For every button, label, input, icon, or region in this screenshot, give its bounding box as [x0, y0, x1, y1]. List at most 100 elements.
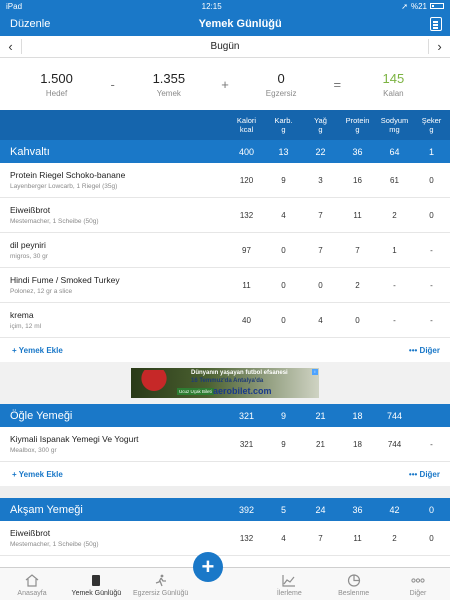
more-button[interactable]: ••• Diğer: [409, 346, 440, 355]
food-serving: migros, 30 gr: [10, 253, 48, 260]
ad-tag: Ucuz Uçak Bileti: [177, 388, 214, 395]
food-value: 1.355: [152, 70, 186, 86]
tab-food-diary[interactable]: Yemek Günlüğü: [64, 574, 128, 600]
meal-total: 5: [280, 504, 286, 515]
add-food-button[interactable]: + Yemek Ekle: [12, 346, 63, 355]
food-value: 132: [239, 533, 254, 543]
food-name: Eiweißbrot: [10, 205, 51, 215]
meal-total: 744: [386, 410, 403, 421]
food-name: Kiymali Ispanak Yemegi Ve Yogurt: [10, 434, 139, 444]
food-serving: Layenberger Lowcarb, 1 Riegel (35g): [10, 183, 118, 190]
meal-total: 321: [238, 410, 255, 421]
tab-more[interactable]: Diğer: [386, 574, 450, 600]
food-row[interactable]: Kiymali Ispanak Yemegi Ve Yogurt Mealbox,…: [0, 427, 450, 462]
meal-total: 1: [428, 146, 434, 157]
goal-cell: 1.500 Hedef: [22, 71, 92, 98]
battery-status: ➚ %21: [401, 2, 444, 11]
food-value: 0: [318, 280, 323, 290]
food-value: 0: [281, 315, 286, 325]
food-name: Eiweißbrot: [10, 528, 51, 538]
meal-name: Öğle Yemeği: [10, 409, 73, 422]
ad-player-image: [139, 370, 169, 398]
food-value: 97: [242, 245, 251, 255]
meal-total: 400: [238, 146, 255, 157]
more-icon: [411, 578, 425, 583]
meal-name: Kahvaltı: [10, 145, 50, 158]
food-value: 16: [353, 175, 362, 185]
meal-header-breakfast[interactable]: Kahvaltı 400 13 22 36 64 1: [0, 140, 450, 163]
food-value: 11: [242, 280, 251, 290]
date-label[interactable]: Bugün: [211, 41, 240, 52]
food-row[interactable]: Protein Riegel Schoko-banane Layenberger …: [0, 163, 450, 198]
food-value: 0: [429, 533, 434, 543]
meal-total: 9: [280, 410, 286, 421]
device-name: iPad: [6, 1, 23, 11]
food-value: 21: [316, 439, 325, 449]
home-icon: [25, 574, 39, 587]
diary-icon[interactable]: [430, 17, 442, 31]
ad-info-icon[interactable]: i: [312, 369, 318, 375]
meal-total: 64: [389, 146, 400, 157]
ad-brand: aerobilet.com: [213, 386, 272, 396]
pie-chart-icon: [347, 574, 360, 587]
add-food-button[interactable]: + Yemek Ekle: [12, 470, 63, 479]
battery-percent: %21: [410, 1, 427, 11]
food-name: Protein Riegel Schoko-banane: [10, 170, 126, 180]
food-value: 2: [392, 533, 397, 543]
food-serving: Mealbox, 300 gr: [10, 447, 57, 454]
meal-total: 22: [315, 146, 326, 157]
meal-total: 42: [389, 504, 400, 515]
ad-headline: Dünyanın yaşayan futbol efsanesi: [191, 370, 288, 376]
food-cell: 1.355 Yemek: [134, 71, 204, 98]
food-value: 4: [281, 533, 286, 543]
next-day-button[interactable]: ›: [427, 39, 450, 54]
previous-day-button[interactable]: ‹: [0, 39, 22, 54]
tab-home[interactable]: Anasayfa: [0, 574, 64, 600]
food-row[interactable]: Eiweißbrot Mestemacher, 1 Scheibe (50g) 1…: [0, 521, 450, 556]
battery-icon: [429, 3, 444, 9]
top-bar: iPad 12:15 ➚ %21 Düzenle Yemek Günlüğü: [0, 0, 450, 36]
clock: 12:15: [201, 1, 222, 11]
meal-total: 36: [352, 146, 363, 157]
tab-exercise-diary[interactable]: Egzersiz Günlüğü: [129, 574, 193, 600]
ad-banner[interactable]: Dünyanın yaşayan futbol efsanesi 16 Temm…: [131, 368, 319, 398]
runner-icon: [155, 574, 166, 587]
more-button[interactable]: ••• Diğer: [409, 470, 440, 479]
food-row[interactable]: krema içim, 12 ml 40 0 4 0 - -: [0, 303, 450, 338]
food-value: -: [430, 439, 433, 449]
food-value: 7: [355, 245, 360, 255]
nutrient-column-header: Kalori kcal Karb. g Yağ g Protein g Sodyum mg…: [0, 110, 450, 140]
tab-add[interactable]: +: [192, 552, 257, 600]
food-value: 2: [355, 280, 360, 290]
food-value: 61: [390, 175, 399, 185]
nav-bar: Düzenle Yemek Günlüğü: [0, 12, 450, 36]
food-row[interactable]: Hindi Fume / Smoked Turkey Polonez, 12 gr…: [0, 268, 450, 303]
food-value: 11: [353, 210, 362, 220]
food-value: 0: [281, 280, 286, 290]
edit-button[interactable]: Düzenle: [10, 18, 50, 30]
progress-icon: [282, 575, 296, 587]
goal-label: Hedef: [45, 88, 68, 98]
meal-header-dinner[interactable]: Akşam Yemeği 392 5 24 36 42 0: [0, 498, 450, 521]
section-gap: [0, 486, 450, 498]
food-serving: Mestemacher, 1 Scheibe (50g): [10, 541, 99, 548]
remaining-cell: 145 Kalan: [358, 71, 428, 98]
tab-nutrition[interactable]: Beslenme: [322, 574, 386, 600]
food-value: 0: [355, 315, 360, 325]
meal-name: Akşam Yemeği: [10, 503, 83, 516]
status-bar: iPad 12:15 ➚ %21: [0, 0, 450, 12]
food-value: 7: [318, 245, 323, 255]
food-value: 2: [392, 210, 397, 220]
food-value: 18: [353, 439, 362, 449]
food-value: 11: [353, 533, 362, 543]
food-value: 744: [387, 439, 402, 449]
column-sodium: Sodyum mg: [380, 116, 409, 134]
column-sugar: Şeker g: [421, 116, 442, 134]
tab-progress[interactable]: İlerleme: [257, 574, 321, 600]
food-row[interactable]: Eiweißbrot Mestemacher, 1 Scheibe (50g) 1…: [0, 198, 450, 233]
meal-header-lunch[interactable]: Öğle Yemeği 321 9 21 18 744: [0, 404, 450, 427]
food-value: 0: [281, 245, 286, 255]
food-row[interactable]: dil peyniri migros, 30 gr 97 0 7 7 1 -: [0, 233, 450, 268]
food-value: 7: [318, 533, 323, 543]
food-label: Yemek: [156, 88, 181, 98]
